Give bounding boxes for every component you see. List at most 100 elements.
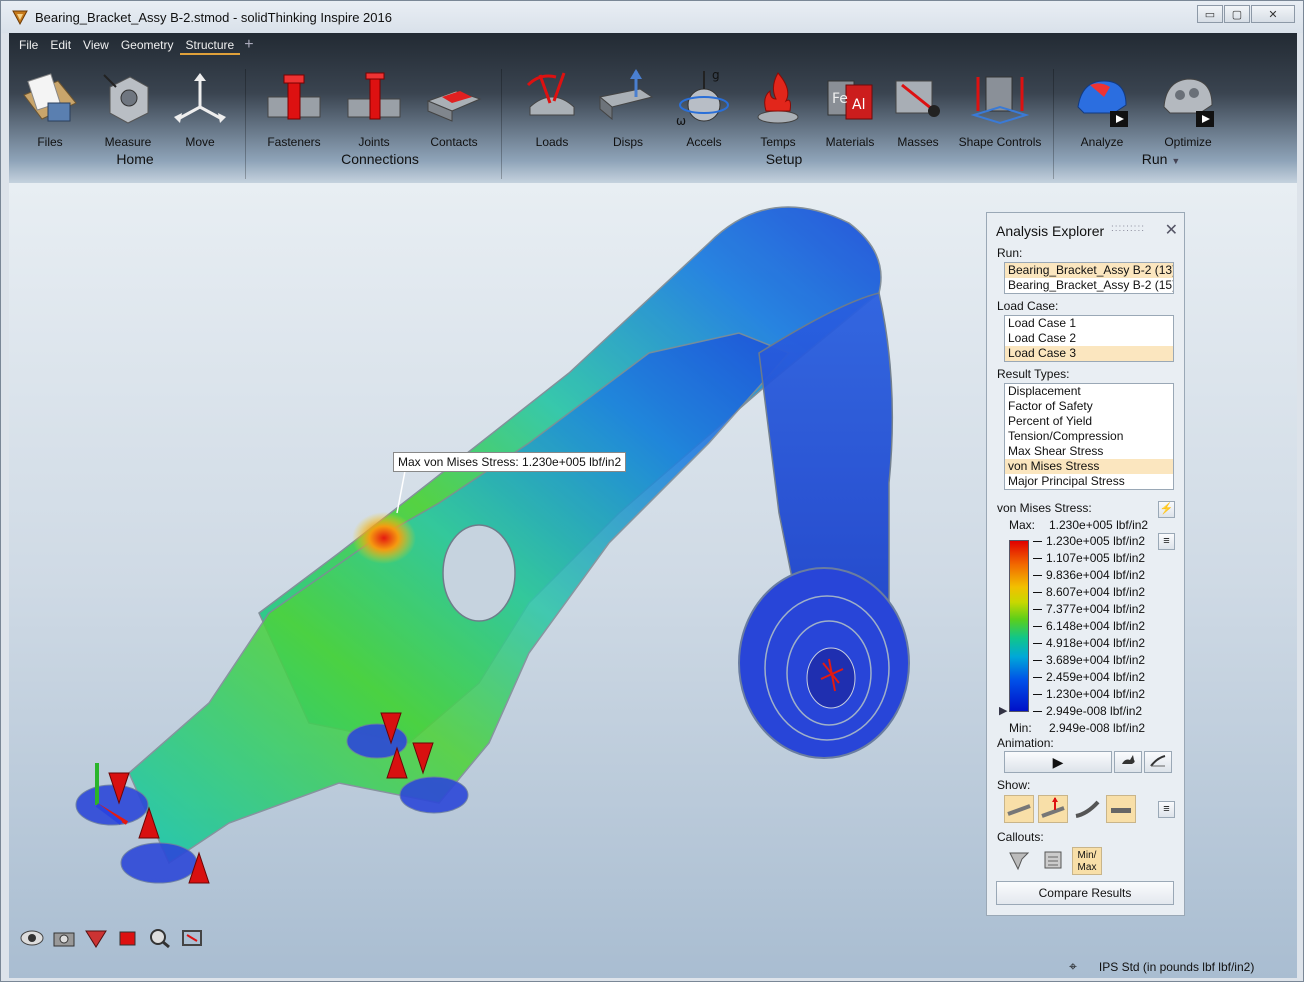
max-stress-callout[interactable]: Max von Mises Stress: 1.230e+005 lbf/in2: [393, 452, 627, 472]
tool-masses[interactable]: Masses: [883, 67, 953, 149]
list-item[interactable]: Factor of Safety: [1005, 399, 1173, 414]
list-item[interactable]: Bearing_Bracket_Assy B-2 (13): [1005, 263, 1173, 278]
view-2d3d-icon[interactable]: [179, 927, 205, 949]
temps-icon: [757, 72, 799, 124]
group-setup-label: Setup: [765, 151, 803, 167]
result-types-label: Result Types:: [997, 367, 1070, 381]
tool-optimize[interactable]: Optimize: [1153, 67, 1223, 149]
probe-icon: [1009, 852, 1030, 871]
show-options-button[interactable]: ≡: [1158, 801, 1175, 818]
result-types-list: Displacement Factor of Safety Percent of…: [1004, 383, 1174, 490]
show-shaded-button[interactable]: [1106, 795, 1136, 823]
zoom-fit-icon[interactable]: [147, 927, 173, 949]
contacts-icon: [426, 90, 482, 122]
group-run-label[interactable]: Run ▼: [1131, 151, 1191, 167]
list-item[interactable]: von Mises Stress: [1005, 459, 1173, 474]
tool-optimize-label: Optimize: [1164, 135, 1212, 149]
show-undeformed-button[interactable]: [1004, 795, 1034, 823]
legend-row: 7.377e+004 lbf/in2: [1033, 601, 1145, 618]
tool-files[interactable]: Files: [15, 67, 85, 149]
menu-structure[interactable]: Structure: [179, 35, 241, 55]
app-window: Bearing_Bracket_Assy B-2.stmod - solidTh…: [0, 0, 1304, 982]
tool-move[interactable]: Move: [165, 67, 235, 149]
materials-icon: Fe Al: [827, 80, 873, 120]
tool-loads[interactable]: Loads: [517, 67, 587, 149]
list-item[interactable]: Tension/Compression: [1005, 429, 1173, 444]
play-animation-button[interactable]: ▶: [1004, 751, 1112, 773]
legend-row: 3.689e+004 lbf/in2: [1033, 652, 1145, 669]
maximize-button[interactable]: ▢: [1224, 5, 1250, 23]
minmax-callout-button[interactable]: Min/ Max: [1072, 847, 1102, 875]
masses-icon: [895, 80, 940, 117]
accels-icon: g ω: [676, 68, 729, 128]
legend-row: 6.148e+004 lbf/in2: [1033, 618, 1145, 635]
show-label: Show:: [997, 778, 1031, 792]
view-cube-icon[interactable]: [115, 927, 141, 949]
legend-row: 2.949e-008 lbf/in2: [1033, 703, 1142, 720]
animation-speed-button[interactable]: [1114, 751, 1142, 773]
tool-joints-label: Joints: [358, 135, 390, 149]
tool-fasteners-label: Fasteners: [267, 135, 321, 149]
add-tab-icon[interactable]: +: [244, 36, 253, 54]
animation-scale-button[interactable]: [1144, 751, 1172, 773]
tool-analyze[interactable]: Analyze: [1067, 67, 1137, 149]
close-button[interactable]: ✕: [1251, 5, 1295, 23]
omega-symbol: ω: [676, 114, 686, 128]
tool-masses-label: Masses: [897, 135, 939, 149]
title-bar[interactable]: Bearing_Bracket_Assy B-2.stmod - solidTh…: [1, 1, 1303, 33]
menu-edit[interactable]: Edit: [44, 35, 77, 55]
table-callout-button[interactable]: [1038, 847, 1068, 875]
analyze-icon: [1077, 80, 1128, 127]
panel-close-icon[interactable]: ✕: [1165, 220, 1178, 240]
tool-contacts[interactable]: Contacts: [419, 67, 489, 149]
legend-settings-button[interactable]: ⚡: [1158, 501, 1175, 518]
list-item[interactable]: Displacement: [1005, 384, 1173, 399]
camera-icon[interactable]: [51, 927, 77, 949]
model-viewport[interactable]: Max von Mises Stress: 1.230e+005 lbf/in2…: [9, 183, 1297, 978]
tool-measure[interactable]: Measure: [93, 67, 163, 149]
menu-view[interactable]: View: [77, 35, 115, 55]
legend-row: 1.230e+004 lbf/in2: [1033, 686, 1145, 703]
menu-geometry[interactable]: Geometry: [115, 35, 180, 55]
show-loads-button[interactable]: [1038, 795, 1068, 823]
probe-callout-button[interactable]: [1004, 847, 1034, 875]
tool-accels[interactable]: g ω Accels: [669, 67, 739, 149]
tool-loads-label: Loads: [535, 135, 569, 149]
list-item[interactable]: Bearing_Bracket_Assy B-2 (15): [1005, 278, 1173, 293]
show-deformed-button[interactable]: [1072, 795, 1102, 823]
tool-shape-controls[interactable]: Shape Controls: [957, 67, 1043, 149]
snap-target-icon[interactable]: ⌖: [1069, 958, 1077, 975]
loads-display-icon: [1041, 797, 1065, 818]
deformed-icon: [1075, 800, 1100, 818]
list-item[interactable]: Major Principal Stress: [1005, 474, 1173, 489]
unit-system[interactable]: IPS Std (in pounds lbf lbf/in2): [1099, 960, 1254, 974]
panel-grip-icon[interactable]: :::::::::: [1111, 223, 1145, 234]
list-item[interactable]: Percent of Yield: [1005, 414, 1173, 429]
list-item[interactable]: Load Case 2: [1005, 331, 1173, 346]
tool-temps[interactable]: Temps: [743, 67, 813, 149]
run-list: Bearing_Bracket_Assy B-2 (13) Bearing_Br…: [1004, 262, 1174, 294]
rabbit-icon: [1122, 755, 1135, 764]
run-dropdown-icon: ▼: [1171, 156, 1181, 166]
fasteners-icon: [267, 74, 321, 120]
menu-file[interactable]: File: [13, 35, 44, 55]
legend-min-value: 2.949e-008 lbf/in2: [1049, 721, 1146, 735]
list-item[interactable]: Max Shear Stress: [1005, 444, 1173, 459]
minimize-button[interactable]: ▭: [1197, 5, 1223, 23]
tool-temps-label: Temps: [760, 135, 796, 149]
bearing-hub: [738, 567, 910, 759]
tool-fasteners[interactable]: Fasteners: [259, 67, 329, 149]
tool-disps[interactable]: Disps: [593, 67, 663, 149]
view-toolbar: [19, 927, 211, 949]
deform-scale-icon: [1150, 755, 1166, 767]
list-item[interactable]: Load Case 1: [1005, 316, 1173, 331]
legend-menu-button[interactable]: ≡: [1158, 533, 1175, 550]
section-cut-icon[interactable]: [83, 927, 109, 949]
legend-slider-handle-icon[interactable]: ▶: [999, 704, 1007, 717]
animation-label: Animation:: [997, 736, 1054, 750]
tool-materials[interactable]: Fe Al Materials: [815, 67, 885, 149]
visibility-icon[interactable]: [19, 927, 45, 949]
compare-results-button[interactable]: Compare Results: [996, 881, 1174, 905]
tool-joints[interactable]: Joints: [339, 67, 409, 149]
list-item[interactable]: Load Case 3: [1005, 346, 1173, 361]
